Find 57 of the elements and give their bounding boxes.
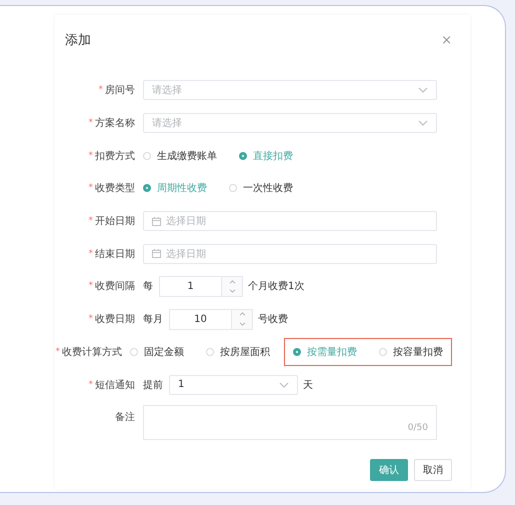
radio-option[interactable]: 周期性收费 bbox=[143, 181, 207, 196]
calendar-icon bbox=[152, 216, 161, 226]
select-field[interactable]: 请选择 bbox=[143, 80, 437, 100]
field-label: 收费间隔 bbox=[95, 280, 135, 294]
field-label: 收费日期 bbox=[95, 312, 135, 326]
chevron-down-icon bbox=[418, 87, 428, 94]
required-mark: * bbox=[88, 281, 93, 292]
prefix-text: 提前 bbox=[143, 378, 163, 392]
chevron-down-icon bbox=[238, 322, 246, 326]
suffix-text: 号收费 bbox=[258, 312, 288, 326]
chevron-up-icon bbox=[228, 280, 236, 284]
field-label: 房间号 bbox=[105, 84, 135, 98]
radio-option[interactable]: 一次性收费 bbox=[229, 181, 293, 196]
prefix-text: 每月 bbox=[143, 313, 163, 326]
date-field[interactable]: 选择日期 bbox=[143, 211, 437, 232]
select-field[interactable]: 1 bbox=[169, 374, 298, 395]
suffix-text: 天 bbox=[303, 378, 313, 392]
radio-option[interactable]: 按需量扣费 bbox=[293, 344, 357, 359]
required-mark: * bbox=[88, 216, 93, 226]
chevron-down-icon bbox=[418, 120, 428, 126]
select-field[interactable]: 请选择 bbox=[143, 113, 437, 134]
required-mark: * bbox=[88, 150, 93, 161]
number-field[interactable]: 10 bbox=[169, 308, 253, 330]
confirm-button[interactable]: 确认 bbox=[370, 459, 408, 481]
field-label: 短信通知 bbox=[95, 378, 135, 392]
character-counter: 0/50 bbox=[408, 422, 428, 433]
prefix-text: 每 bbox=[143, 280, 153, 294]
textarea-field[interactable]: 0/50 bbox=[143, 404, 437, 440]
number-field[interactable]: 1 bbox=[159, 276, 243, 297]
chevron-up-icon bbox=[238, 312, 246, 316]
radio-option[interactable]: 生成缴费账单 bbox=[143, 148, 217, 163]
radio-option[interactable]: 按容量扣费 bbox=[379, 344, 443, 359]
calendar-icon bbox=[152, 249, 161, 258]
field-label: 收费计算方式 bbox=[62, 346, 122, 359]
required-mark: * bbox=[88, 314, 93, 324]
chevron-down-icon bbox=[228, 289, 236, 294]
close-button[interactable]: × bbox=[441, 32, 452, 48]
chevron-down-icon bbox=[279, 382, 289, 388]
field-label: 结束日期 bbox=[95, 248, 135, 261]
field-label: 方案名称 bbox=[95, 116, 135, 130]
field-label: 开始日期 bbox=[95, 214, 135, 228]
required-mark: * bbox=[56, 346, 60, 357]
radio-option[interactable]: 按房屋面积 bbox=[206, 344, 270, 359]
field-label: 备注 bbox=[115, 410, 135, 424]
cancel-button[interactable]: 取消 bbox=[414, 459, 452, 481]
field-label: 收费类型 bbox=[95, 182, 135, 196]
date-field[interactable]: 选择日期 bbox=[143, 244, 437, 264]
required-mark: * bbox=[88, 118, 93, 128]
required-mark: * bbox=[98, 85, 103, 96]
field-label: 扣费方式 bbox=[95, 150, 135, 163]
required-mark: * bbox=[88, 380, 93, 390]
suffix-text: 个月收费1次 bbox=[248, 280, 304, 294]
required-mark: * bbox=[88, 183, 93, 194]
dialog-title: 添加 bbox=[65, 32, 91, 49]
required-mark: * bbox=[88, 248, 93, 259]
radio-option[interactable]: 直接扣费 bbox=[239, 148, 293, 163]
radio-option[interactable]: 固定金额 bbox=[130, 344, 184, 359]
